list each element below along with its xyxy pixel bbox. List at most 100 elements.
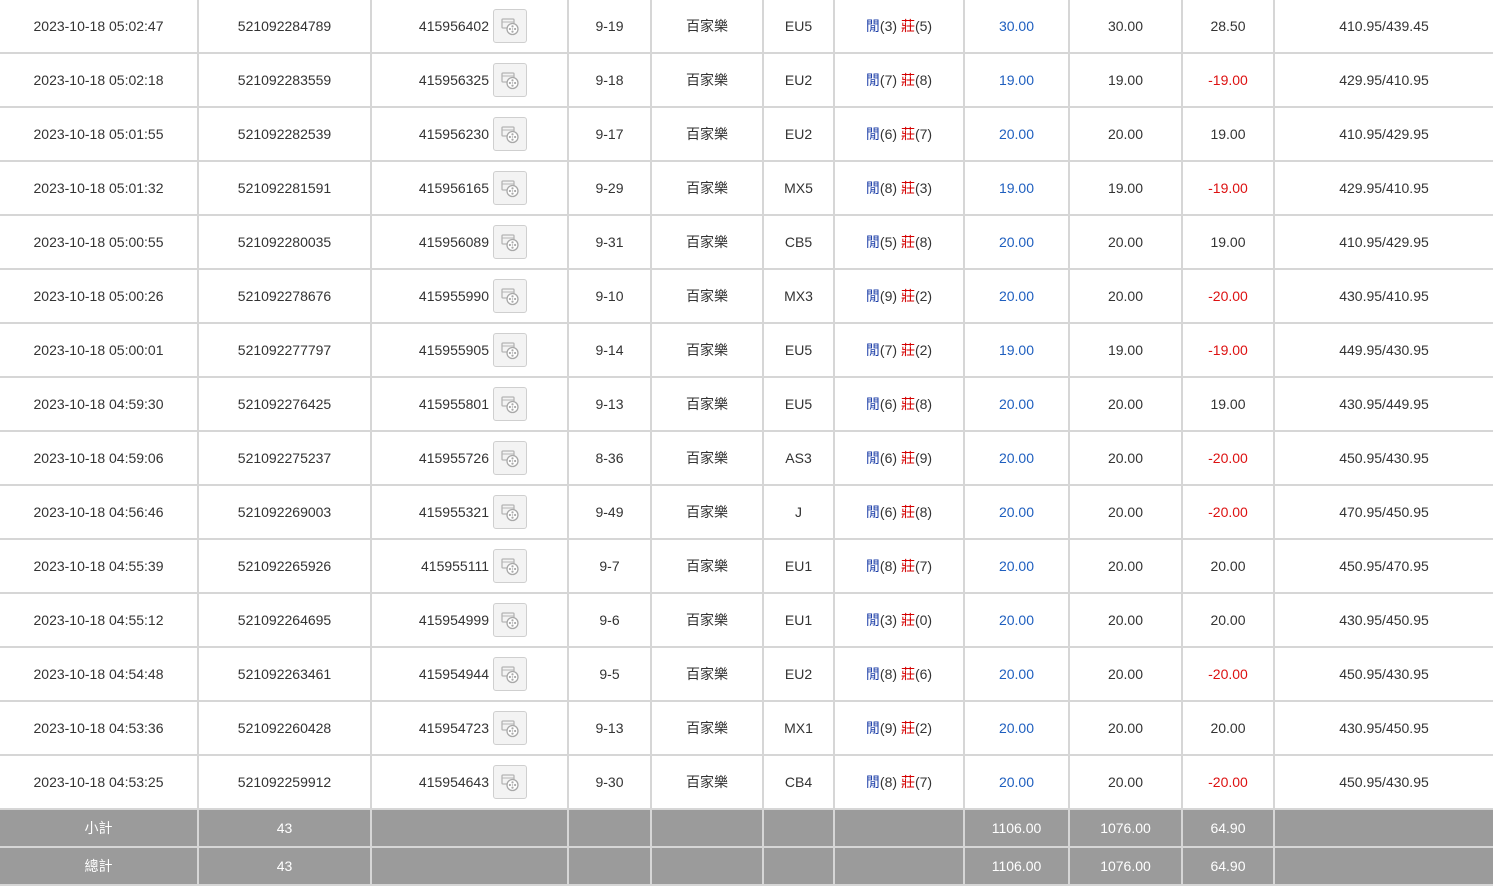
replay-button[interactable] — [493, 9, 527, 43]
replay-button[interactable] — [493, 495, 527, 529]
film-reel-icon — [501, 612, 519, 630]
film-reel-icon — [501, 774, 519, 792]
banker-score: (8) — [914, 234, 933, 250]
shoe-number: 9-7 — [568, 539, 652, 594]
bet-rows: 2023-10-18 05:02:47 521092284789 4159564… — [0, 0, 1493, 810]
player-score: (9) — [879, 288, 898, 304]
round-id: 415956325 — [418, 72, 489, 88]
result-cell: 閒(6) 莊(8) — [834, 485, 965, 540]
valid-amount: 20.00 — [1069, 539, 1183, 594]
bet-amount[interactable]: 20.00 — [964, 431, 1070, 486]
winloss-amount: 20.00 — [1182, 701, 1275, 756]
bet-amount[interactable]: 19.00 — [964, 323, 1070, 378]
shoe-number: 9-19 — [568, 0, 652, 54]
bet-amount[interactable]: 20.00 — [964, 755, 1070, 810]
banker-score: (9) — [914, 450, 933, 466]
game-name: 百家樂 — [651, 701, 764, 756]
game-name: 百家樂 — [651, 323, 764, 378]
replay-button[interactable] — [493, 333, 527, 367]
bet-amount[interactable]: 20.00 — [964, 701, 1070, 756]
bet-id: 521092284789 — [198, 0, 372, 54]
replay-button[interactable] — [493, 387, 527, 421]
game-name: 百家樂 — [651, 593, 764, 648]
bet-amount[interactable]: 20.00 — [964, 593, 1070, 648]
replay-button[interactable] — [493, 603, 527, 637]
balance: 429.95/410.95 — [1274, 161, 1493, 216]
shoe-number: 9-31 — [568, 215, 652, 270]
bet-amount[interactable]: 20.00 — [964, 377, 1070, 432]
replay-button[interactable] — [493, 765, 527, 799]
winloss-amount: 19.00 — [1182, 377, 1275, 432]
replay-button[interactable] — [493, 549, 527, 583]
valid-amount: 20.00 — [1069, 701, 1183, 756]
table-row: 2023-10-18 04:55:12 521092264695 4159549… — [0, 593, 1493, 648]
player-label: 閒 — [865, 18, 880, 34]
bet-amount[interactable]: 20.00 — [964, 215, 1070, 270]
player-score: (3) — [879, 18, 898, 34]
bet-id: 521092278676 — [198, 269, 372, 324]
replay-button[interactable] — [493, 711, 527, 745]
replay-button[interactable] — [493, 657, 527, 691]
film-reel-icon — [501, 126, 519, 144]
table-code: CB5 — [763, 215, 835, 270]
player-score: (7) — [879, 72, 898, 88]
bet-amount[interactable]: 20.00 — [964, 539, 1070, 594]
table-code: MX5 — [763, 161, 835, 216]
bet-amount[interactable]: 19.00 — [964, 161, 1070, 216]
player-label: 閒 — [865, 234, 880, 250]
round-cell: 415955321 — [371, 485, 569, 540]
winloss-amount: -20.00 — [1182, 485, 1275, 540]
result-cell: 閒(3) 莊(0) — [834, 593, 965, 648]
bet-time: 2023-10-18 04:59:06 — [0, 431, 199, 486]
banker-label: 莊 — [900, 396, 915, 412]
film-reel-icon — [501, 666, 519, 684]
round-cell: 415954944 — [371, 647, 569, 702]
table-code: MX3 — [763, 269, 835, 324]
replay-button[interactable] — [493, 171, 527, 205]
player-score: (6) — [879, 450, 898, 466]
player-label: 閒 — [865, 342, 880, 358]
banker-label: 莊 — [900, 774, 915, 790]
round-id: 415955990 — [418, 288, 489, 304]
player-score: (6) — [879, 126, 898, 142]
replay-button[interactable] — [493, 63, 527, 97]
bet-id: 521092282539 — [198, 107, 372, 162]
replay-button[interactable] — [493, 225, 527, 259]
round-id: 415954643 — [418, 774, 489, 790]
banker-score: (8) — [914, 396, 933, 412]
banker-score: (2) — [914, 288, 933, 304]
result-cell: 閒(7) 莊(8) — [834, 53, 965, 108]
game-name: 百家樂 — [651, 485, 764, 540]
shoe-number: 9-14 — [568, 323, 652, 378]
banker-score: (7) — [914, 126, 933, 142]
total-row: 總計 43 1106.00 1076.00 64.90 — [0, 847, 1493, 886]
result-cell: 閒(8) 莊(7) — [834, 539, 965, 594]
valid-amount: 19.00 — [1069, 53, 1183, 108]
film-reel-icon — [501, 288, 519, 306]
table-code: AS3 — [763, 431, 835, 486]
replay-button[interactable] — [493, 117, 527, 151]
bet-amount[interactable]: 30.00 — [964, 0, 1070, 54]
bet-id: 521092275237 — [198, 431, 372, 486]
bet-amount[interactable]: 20.00 — [964, 647, 1070, 702]
bet-amount[interactable]: 19.00 — [964, 53, 1070, 108]
bet-amount[interactable]: 20.00 — [964, 269, 1070, 324]
replay-button[interactable] — [493, 441, 527, 475]
round-id: 415955726 — [418, 450, 489, 466]
subtotal-count: 43 — [198, 809, 372, 848]
banker-score: (8) — [914, 72, 933, 88]
film-reel-icon — [501, 504, 519, 522]
shoe-number: 9-13 — [568, 701, 652, 756]
banker-label: 莊 — [900, 612, 915, 628]
bet-time: 2023-10-18 05:01:32 — [0, 161, 199, 216]
player-score: (7) — [879, 342, 898, 358]
bet-amount[interactable]: 20.00 — [964, 107, 1070, 162]
table-code: EU1 — [763, 539, 835, 594]
player-label: 閒 — [865, 666, 880, 682]
banker-label: 莊 — [900, 234, 915, 250]
bet-amount[interactable]: 20.00 — [964, 485, 1070, 540]
total-winloss: 64.90 — [1182, 847, 1275, 886]
replay-button[interactable] — [493, 279, 527, 313]
table-row: 2023-10-18 04:59:06 521092275237 4159557… — [0, 431, 1493, 486]
result-cell: 閒(3) 莊(5) — [834, 0, 965, 54]
